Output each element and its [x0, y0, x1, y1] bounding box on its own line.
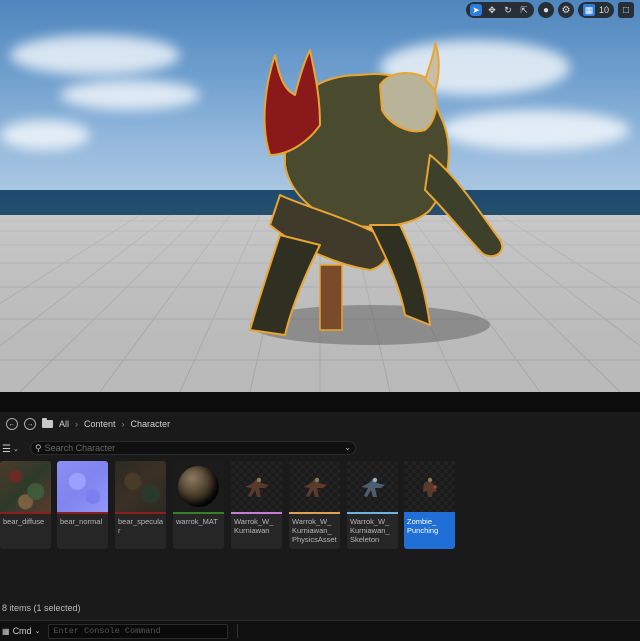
filter-button[interactable]: ☰ ⌄	[2, 444, 19, 455]
asset-type-strip	[231, 512, 282, 514]
chevron-down-icon[interactable]: ⌄	[344, 443, 351, 452]
asset-type-strip	[173, 512, 224, 514]
material-thumbnail	[173, 461, 224, 512]
asset-tile[interactable]: warrok_MAT	[173, 461, 224, 549]
search-icon: ⚲	[35, 442, 42, 453]
console-bar: ▦ Cmd ⌄ Enter Console Command	[0, 620, 640, 641]
select-cursor-icon[interactable]: ➤	[469, 4, 482, 16]
filter-row: ☰ ⌄ ⚲ ⌄	[0, 440, 640, 458]
cmd-label: Cmd	[12, 626, 32, 636]
cloud	[0, 120, 90, 150]
asset-type-strip	[289, 512, 340, 514]
chevron-down-icon: ⌄	[34, 628, 41, 635]
folder-icon[interactable]	[42, 418, 53, 428]
content-browser: ← → All › Content › Character ☰ ⌄ ⚲ ⌄ be…	[0, 412, 640, 620]
asset-label: Zombie_ Punching	[407, 517, 439, 535]
material-sphere	[178, 466, 219, 507]
texture-thumbnail	[115, 461, 166, 512]
console-input[interactable]: Enter Console Command	[48, 623, 229, 639]
asset-type-strip	[0, 512, 51, 514]
maximize-viewport-icon[interactable]: □	[618, 2, 634, 18]
viewport-toolbar: ➤ ✥ ↻ ⇱ ● ⚙ ▦ 10 □	[465, 2, 634, 18]
animation-thumbnail	[404, 461, 455, 512]
asset-type-strip	[115, 512, 166, 514]
asset-type-strip	[347, 512, 398, 514]
skeleton-thumbnail	[347, 461, 398, 512]
asset-label: bear_diffuse	[3, 517, 45, 526]
console-icon: ▦	[2, 626, 10, 636]
console-separator	[237, 624, 238, 638]
search-input[interactable]	[44, 443, 335, 453]
asset-label: Warrok_W_ Kurniawan	[234, 517, 274, 535]
status-text: 8 items (1 selected)	[2, 603, 81, 613]
asset-tile[interactable]: Warrok_W_ Kurniawan_ PhysicsAsset	[289, 461, 340, 549]
snap-surface-icon[interactable]: ⚙	[557, 2, 574, 18]
scale-icon[interactable]: ⇱	[518, 4, 530, 16]
grid-snap-icon: ▦	[582, 4, 595, 16]
breadcrumb-separator: ›	[121, 419, 125, 429]
asset-tile[interactable]: Warrok_W_ Kurniawan	[231, 461, 282, 549]
asset-tile[interactable]: bear_normal	[57, 461, 108, 549]
asset-type-strip	[57, 512, 108, 514]
cloud	[10, 35, 180, 75]
asset-label: Warrok_W_ Kurniawan_ PhysicsAsset	[292, 517, 337, 544]
breadcrumb-separator: ›	[75, 419, 79, 429]
rotate-icon[interactable]: ↻	[502, 4, 514, 16]
texture-thumbnail	[0, 461, 51, 512]
asset-type-strip	[404, 512, 455, 514]
breadcrumb-all[interactable]: All	[59, 419, 69, 429]
asset-label: bear_normal	[60, 517, 103, 526]
asset-label: bear_specular	[118, 517, 164, 535]
world-icon[interactable]: ●	[537, 2, 554, 18]
back-icon[interactable]: ←	[6, 418, 18, 430]
transform-tools: ➤ ✥ ↻ ⇱	[465, 2, 534, 18]
translate-icon[interactable]: ✥	[486, 4, 498, 16]
breadcrumb: ← → All › Content › Character	[0, 412, 640, 436]
search-box[interactable]: ⚲ ⌄	[30, 441, 356, 455]
asset-grid: bear_diffuse bear_normal bear_specular w…	[0, 461, 640, 551]
character-mesh[interactable]	[230, 25, 520, 355]
asset-label: Warrok_W_ Kurniawan_ Skeleton	[350, 517, 390, 544]
forward-icon[interactable]: →	[24, 418, 36, 430]
texture-thumbnail	[57, 461, 108, 512]
chevron-down-icon: ⌄	[12, 446, 19, 453]
asset-label: warrok_MAT	[176, 517, 218, 526]
level-viewport[interactable]: ➤ ✥ ↻ ⇱ ● ⚙ ▦ 10 □	[0, 0, 640, 392]
asset-tile[interactable]: bear_specular	[115, 461, 166, 549]
filter-icon: ☰	[2, 443, 11, 455]
cmd-dropdown[interactable]: ▦ Cmd ⌄	[0, 626, 40, 636]
panel-divider	[0, 392, 640, 412]
asset-tile[interactable]: bear_diffuse	[0, 461, 51, 549]
grid-snap-value: 10	[598, 5, 609, 15]
physics-asset-thumbnail	[289, 461, 340, 512]
cloud	[60, 80, 200, 110]
asset-tile[interactable]: Warrok_W_ Kurniawan_ Skeleton	[347, 461, 398, 549]
breadcrumb-content[interactable]: Content	[84, 419, 116, 429]
breadcrumb-character[interactable]: Character	[131, 419, 171, 429]
asset-tile-selected[interactable]: Zombie_ Punching	[404, 461, 455, 549]
grid-snap-toggle[interactable]: ▦ 10	[577, 2, 614, 18]
skeletal-mesh-thumbnail	[231, 461, 282, 512]
